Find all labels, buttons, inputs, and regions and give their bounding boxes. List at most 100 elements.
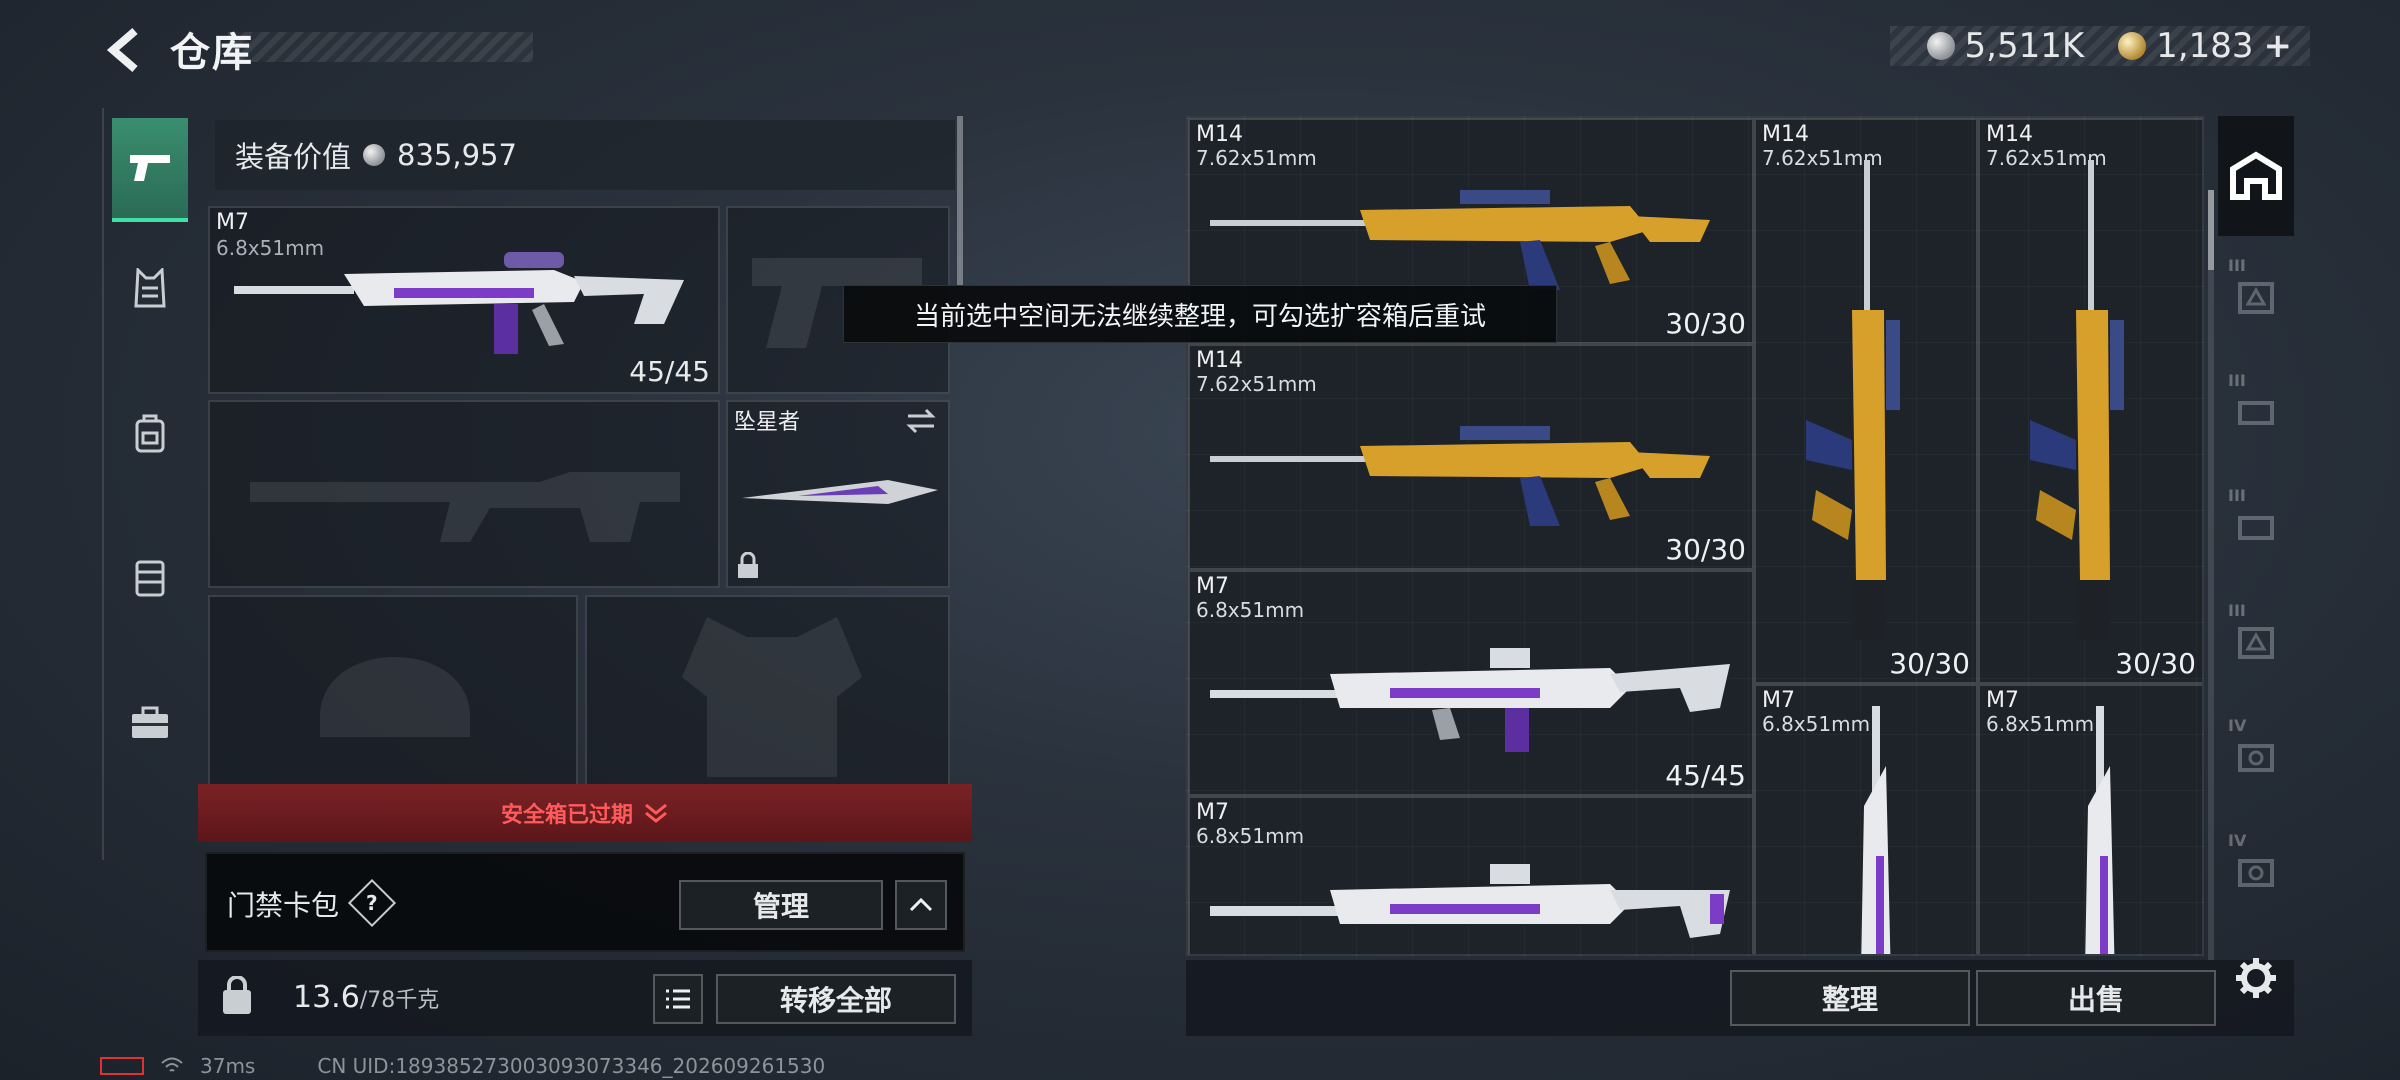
alert-text: 安全箱已过期 [500,803,633,828]
item-name: M7 [1196,800,1229,825]
stash-item-m14[interactable]: M14 7.62x51mm 30/30 [1188,344,1754,570]
box-icon [2238,859,2274,887]
title-decoration [228,32,533,62]
rail-tab-container[interactable]: IV [2222,821,2290,921]
item-name: M7 [1196,574,1229,599]
rifle-silhouette-icon [250,472,680,542]
battery-icon [100,1057,144,1075]
stash-grid[interactable]: M14 7.62x51mm 30/30 M14 7.62x51mm 30/30 … [1186,116,2204,956]
tier-label: III [2228,601,2246,620]
sidebar-tab-weapons[interactable] [112,118,188,222]
item-name: M14 [1196,348,1243,373]
armor-silhouette-icon [682,617,862,777]
silver-currency-value: 5,511K [1964,26,2085,66]
rail-tab-container[interactable]: IV [2222,706,2290,806]
list-icon [666,989,690,1009]
stash-item-m7[interactable]: M7 6.8x51mm 45/45 [1188,570,1754,796]
tier-label: III [2228,486,2246,505]
rail-tab-container[interactable]: III [2222,361,2290,461]
m7-rifle-icon [1210,648,1730,752]
sidebar-tab-vest[interactable] [112,238,188,338]
m7-rifle-icon [234,252,684,354]
currency-bar[interactable]: 5,511K 1,183 + [1890,26,2310,66]
warehouse-icon [2230,151,2282,200]
loadout-scrollbar[interactable] [957,116,963,286]
chevron-left-icon [106,27,138,73]
melee-slot[interactable]: 坠星者 [726,400,950,588]
stash-item-m7-vertical[interactable]: M7 6.8x51mm [1754,684,1978,954]
stash-footer: 整理 出售 [1186,960,2294,1036]
ping-value: 37ms [200,1054,256,1078]
melee-name: 坠星者 [734,410,801,435]
help-icon: ? [366,890,378,915]
m7-rifle-vertical-icon [1861,706,1891,954]
m14-rifle-icon [1210,190,1710,290]
lock-icon [738,552,758,578]
box-icon [2238,744,2274,772]
item-ammo: 30/30 [1665,307,1746,340]
m7-rifle-vertical-icon [2085,706,2115,954]
secondary-weapon-slot[interactable] [208,400,720,588]
equipment-value-label: 装备价值 [235,140,352,174]
rail-tab-container[interactable]: III [2222,246,2290,346]
item-name: M14 [1196,122,1243,147]
box-icon [2238,516,2274,540]
m14-rifle-vertical-icon [1806,160,1900,640]
add-currency-button[interactable]: + [2264,26,2293,66]
sidebar-tab-armor[interactable] [112,528,188,628]
tier-label: III [2228,256,2246,275]
pistol-icon [130,155,170,181]
equipment-value: 835,957 [397,138,517,172]
sell-button[interactable]: 出售 [1976,970,2216,1026]
rail-tab-stash[interactable] [2218,116,2294,236]
m14-rifle-icon [1210,426,1710,526]
safe-box-expired-alert[interactable]: 安全箱已过期 [198,784,972,842]
settings-button[interactable] [2228,950,2284,1006]
weapon-name: M7 [216,210,249,235]
armor-slot[interactable] [585,595,950,795]
category-sidebar [102,108,198,860]
tier-label: IV [2228,831,2247,850]
m14-rifle-vertical-icon [2030,160,2124,640]
box-icon [2238,282,2274,314]
stash-item-m7-vertical[interactable]: M7 6.8x51mm [1978,684,2202,954]
double-chevron-down-icon [645,803,667,823]
stash-item-m14-vertical[interactable]: M14 7.62x51mm 30/30 [1754,118,1978,684]
manage-button[interactable]: 管理 [679,880,883,930]
vest-icon [134,268,166,308]
sort-button[interactable]: 整理 [1730,970,1970,1026]
list-view-button[interactable] [653,974,703,1024]
access-card-label: 门禁卡包 [227,889,340,922]
transfer-all-button[interactable]: 转移全部 [716,974,956,1024]
knife-icon [742,480,938,504]
stash-scrollbar[interactable] [2208,190,2214,960]
primary-weapon-slot[interactable]: M7 6.8x51mm 45/45 [208,206,720,394]
item-ammo: 30/30 [1889,647,1970,680]
sidebar-tab-case[interactable] [112,673,188,773]
item-name: M7 [1986,688,2019,713]
tier-label: IV [2228,716,2247,735]
help-button[interactable]: ? [347,878,397,928]
stash-item-m14-vertical[interactable]: M14 7.62x51mm 30/30 [1978,118,2202,684]
rail-tab-container[interactable]: III [2222,476,2290,576]
box-icon [2238,401,2274,425]
weight-lock-icon [223,976,251,1014]
carry-weight: 13.6/78千克 [293,980,439,1015]
stash-item-m7[interactable]: M7 6.8x51mm [1188,796,1754,954]
box-icon [2238,627,2274,659]
wifi-icon [161,1057,183,1072]
backpack-icon [135,414,165,453]
collapse-button[interactable] [895,880,947,930]
back-button[interactable] [100,22,150,78]
tier-label: III [2228,371,2246,390]
item-name: M14 [1762,122,1809,147]
gold-currency-value: 1,183 [2156,26,2254,66]
helmet-slot[interactable] [208,595,578,795]
sidebar-tab-backpack[interactable] [112,383,188,483]
rail-tab-container[interactable]: III [2222,591,2290,691]
swap-icon[interactable] [904,408,938,434]
silver-coin-icon [1926,32,1955,60]
equipment-value-bar: 装备价值 835,957 [215,120,955,190]
item-name: M14 [1986,122,2033,147]
toast-message: 当前选中空间无法继续整理，可勾选扩容箱后重试 [843,285,1557,343]
